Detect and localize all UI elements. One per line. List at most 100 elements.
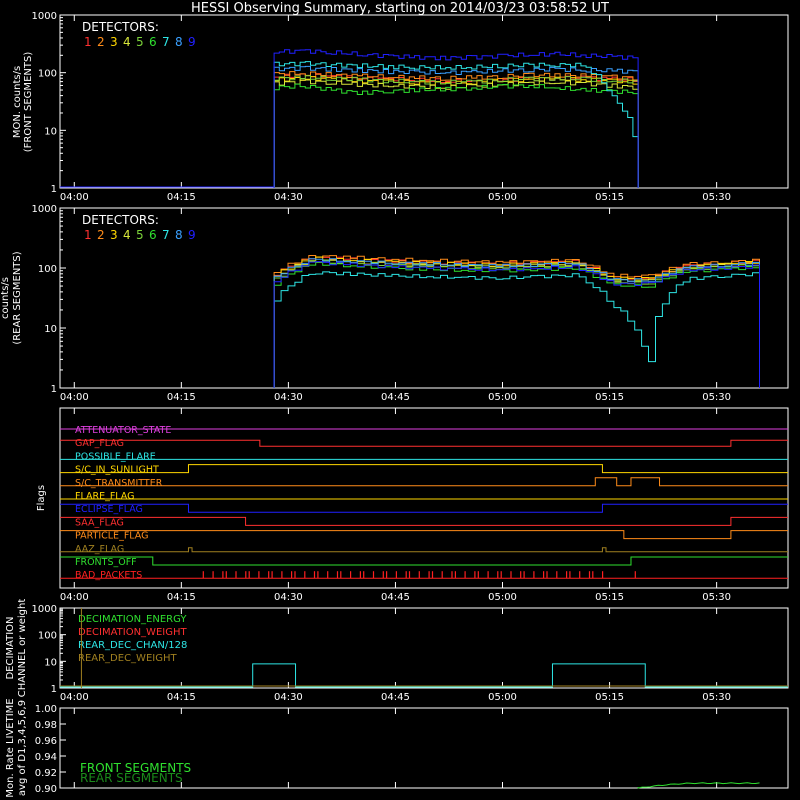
bad-packet-mark [566, 571, 568, 579]
series-line [273, 255, 760, 388]
y-tick-label: 0.92 [35, 768, 57, 779]
series-line [273, 271, 760, 388]
y-tick-label: 10 [44, 657, 57, 668]
y-tick-label: 1 [51, 684, 57, 695]
x-tick-label: 04:45 [381, 192, 410, 203]
bad-packet-mark [543, 571, 545, 579]
y-tick-label: 10 [44, 126, 57, 137]
flag-label: S/C_TRANSMITTER [75, 478, 163, 489]
x-tick-label: 04:30 [274, 592, 303, 603]
series-line [273, 75, 639, 188]
bad-packet-mark [336, 571, 339, 579]
series-line [273, 261, 760, 388]
flag-line [60, 477, 788, 487]
flag-label: FRONTS_OFF [75, 557, 137, 568]
bad-packet-mark [464, 571, 466, 579]
x-tick-label: 05:00 [488, 192, 517, 203]
series-line [273, 76, 639, 188]
legend-entry: DECIMATION_ENERGY [78, 614, 187, 625]
series-line [273, 259, 760, 388]
flag-label: POSSIBLE_FLARE [75, 451, 156, 462]
x-tick-label: 05:00 [488, 392, 517, 403]
y-tick-label: 1 [51, 184, 57, 195]
flag-label: ATTENUATOR_STATE [75, 425, 171, 436]
bad-packet-mark [248, 571, 250, 579]
bad-packet-mark [317, 571, 319, 579]
x-tick-label: 05:30 [702, 392, 731, 403]
legend-entry: 5 [136, 35, 144, 49]
bad-packet-mark [477, 571, 479, 579]
y-tick-label: 10 [44, 324, 57, 335]
bad-packet-mark [497, 571, 499, 579]
y-tick-label: 0.94 [35, 752, 57, 763]
legend-entry: 6 [149, 35, 157, 49]
bad-packet-mark [258, 571, 260, 579]
bad-packet-mark [212, 571, 214, 579]
bad-packet-mark [313, 571, 316, 579]
bad-packet-mark [588, 571, 591, 579]
legend-title: DETECTORS: [82, 213, 159, 227]
y-axis-label: (FRONT SEGMENTS) [23, 52, 34, 153]
bad-packet-mark [363, 571, 365, 579]
bad-packet-mark [235, 571, 237, 579]
bad-packet-mark [408, 571, 411, 579]
legend-entry: 6 [149, 228, 157, 242]
x-tick-label: 04:45 [381, 392, 410, 403]
y-axis-label: DECIMATION [5, 616, 16, 679]
bad-packet-mark [523, 571, 525, 579]
bad-packet-mark [579, 571, 581, 579]
flag-line [60, 547, 788, 553]
y-tick-label: 100 [38, 631, 57, 642]
legend-title: DETECTORS: [82, 20, 159, 34]
bad-packet-mark [281, 571, 283, 579]
x-tick-label: 04:00 [60, 592, 89, 603]
y-tick-label: 0.98 [35, 720, 57, 731]
legend-entry: 1 [84, 228, 92, 242]
x-tick-label: 04:15 [167, 392, 196, 403]
y-axis-label: MON. counts/s [12, 66, 23, 138]
bad-packet-mark [500, 571, 502, 579]
series-line [273, 79, 639, 188]
x-tick-label: 05:15 [595, 592, 624, 603]
flag-line [60, 556, 788, 566]
series-line [273, 259, 760, 388]
flag-label: SAA_FLAG [75, 517, 124, 528]
x-tick-label: 04:00 [60, 192, 89, 203]
legend-entry: DECIMATION_WEIGHT [78, 627, 187, 638]
series-line [273, 83, 639, 188]
bad-packet-mark [487, 571, 489, 579]
y-tick-label: 1 [51, 384, 57, 395]
bad-packet-mark [245, 571, 247, 579]
y-tick-label: 100 [38, 69, 57, 80]
x-tick-label: 05:15 [595, 392, 624, 403]
x-tick-label: 05:30 [702, 592, 731, 603]
bad-packet-mark [350, 571, 352, 579]
series-line [637, 782, 760, 789]
bad-packet-mark [569, 571, 571, 579]
legend-entry: 2 [97, 35, 105, 49]
x-tick-label: 04:30 [274, 392, 303, 403]
legend-entry: 4 [123, 35, 131, 49]
bad-packet-mark [510, 571, 512, 579]
flag-label: PARTICLE_FLAG [75, 531, 148, 542]
flag-line [60, 464, 788, 474]
bad-packet-mark [291, 571, 293, 579]
flag-line [60, 439, 788, 447]
flag-line [60, 530, 788, 540]
bad-packet-mark [431, 571, 434, 579]
bad-packet-mark [372, 571, 375, 579]
bad-packet-mark [202, 571, 204, 579]
bad-packet-mark [225, 571, 227, 579]
legend-entry: REAR SEGMENTS [80, 771, 183, 785]
y-axis-label: Mon. Rate LIVETIME [5, 698, 16, 797]
legend-entry: 2 [97, 228, 105, 242]
flag-label: FLARE_FLAG [75, 491, 135, 502]
bad-packet-mark [222, 571, 224, 579]
x-tick-label: 04:15 [167, 592, 196, 603]
bad-packet-mark [418, 571, 420, 579]
legend-entry: 7 [162, 228, 170, 242]
series-line [273, 261, 760, 388]
observing-summary-plot: 04:00 04:15 04:30 04:45 05:00 05:15 05:3011010… [0, 11, 789, 798]
legend-entry: 4 [123, 228, 131, 242]
y-axis-label: avg of D1,3,4,5,6,9 [17, 700, 28, 796]
